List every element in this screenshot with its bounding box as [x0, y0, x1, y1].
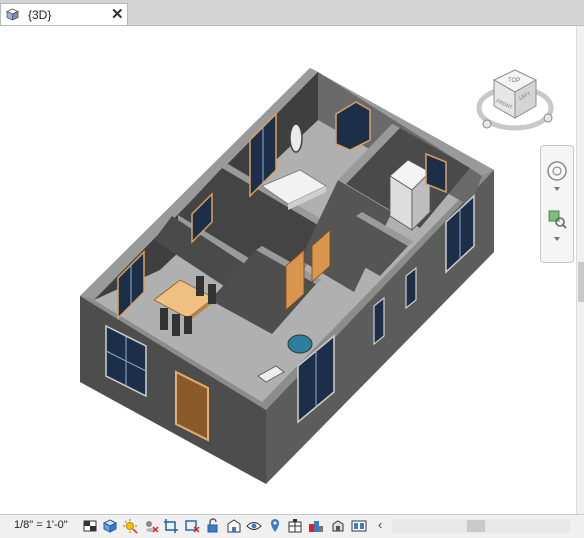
navigation-bar	[540, 145, 574, 263]
chevron-down-icon[interactable]	[553, 186, 561, 192]
temporary-hide-icon[interactable]	[226, 518, 242, 534]
viewcube-home-icon[interactable]	[482, 119, 492, 129]
viewcube[interactable]: TOP FRONT LEFT	[470, 58, 560, 138]
sun-path-icon[interactable]	[122, 518, 138, 534]
unlock-3d-view-icon[interactable]	[205, 518, 221, 534]
viewcube-top-label[interactable]: TOP	[508, 78, 520, 84]
analytical-model-icon[interactable]	[287, 518, 303, 534]
highlight-displacement-icon[interactable]	[308, 518, 324, 534]
chevron-down-icon[interactable]	[553, 236, 561, 242]
horizontal-scrollbar[interactable]	[392, 519, 570, 533]
detail-level-icon[interactable]	[82, 518, 98, 534]
show-crop-region-icon[interactable]	[184, 518, 200, 534]
view-control-bar: 1/8" = 1'-0" ‹	[0, 514, 584, 538]
view-tab-3d[interactable]: {3D} ✕	[0, 3, 128, 25]
render-icon[interactable]	[351, 518, 367, 534]
window-right-ext-2	[373, 296, 385, 346]
3d-view-cube-icon	[6, 8, 19, 21]
vertical-scrollbar[interactable]	[576, 26, 584, 514]
horizontal-scroll-thumb[interactable]	[467, 520, 485, 532]
viewcube-compass-icon[interactable]	[543, 113, 553, 123]
vertical-scroll-thumb[interactable]	[578, 262, 584, 302]
temporary-view-properties-icon[interactable]	[330, 518, 346, 534]
view-tab-title: {3D}	[28, 8, 52, 22]
worksharing-display-icon[interactable]	[267, 518, 283, 534]
zoom-region-icon[interactable]	[546, 208, 568, 230]
close-icon[interactable]: ✕	[111, 5, 124, 23]
reveal-hidden-icon[interactable]	[246, 518, 262, 534]
view-tab-bar: {3D} ✕	[0, 0, 584, 26]
visual-style-icon[interactable]	[102, 518, 118, 534]
shadows-icon[interactable]	[143, 518, 159, 534]
steering-wheel-icon[interactable]	[546, 160, 568, 182]
crop-view-icon[interactable]	[163, 518, 179, 534]
scroll-left-icon[interactable]: ‹	[378, 517, 382, 532]
3d-viewport[interactable]: TOP FRONT LEFT	[0, 26, 576, 514]
view-scale[interactable]: 1/8" = 1'-0"	[14, 519, 68, 531]
